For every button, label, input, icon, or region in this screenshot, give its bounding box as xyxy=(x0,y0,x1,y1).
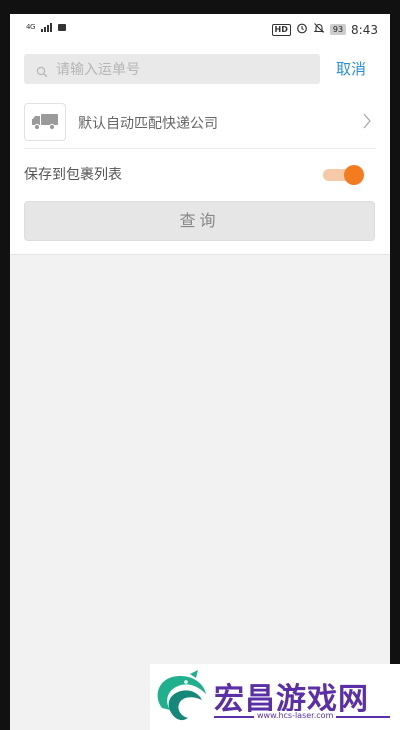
clock: 8:43 xyxy=(351,22,378,37)
save-to-list-label: 保存到包裹列表 xyxy=(24,167,122,183)
dragon-logo-icon xyxy=(150,668,210,730)
search-box[interactable] xyxy=(24,54,320,86)
status-right: HD 93 8:43 xyxy=(271,22,378,37)
watermark-url: www.hcs-laser.com xyxy=(254,711,337,720)
app-screen: 4G HD 93 8:43 取消 xyxy=(10,14,390,730)
signal-icon xyxy=(40,23,52,32)
status-left: 4G xyxy=(26,23,66,32)
search-icon xyxy=(36,63,48,82)
mute-icon xyxy=(313,22,325,37)
divider xyxy=(24,148,376,149)
truck-icon xyxy=(24,103,66,141)
battery-icon: 93 xyxy=(329,24,347,35)
query-panel: 取消 默认自动匹配快递公司 保存到包裹列表 查询 xyxy=(10,46,390,255)
courier-company-selector[interactable]: 默认自动匹配快递公司 xyxy=(24,102,374,142)
alarm-icon xyxy=(296,22,308,37)
watermark: 宏昌游戏网 www.hcs-laser.com xyxy=(150,664,400,730)
save-to-list-toggle[interactable] xyxy=(321,164,367,186)
query-button[interactable]: 查询 xyxy=(24,201,375,241)
network-type: 4G xyxy=(26,23,35,31)
status-bar: 4G HD 93 8:43 xyxy=(10,14,390,46)
toggle-knob xyxy=(344,165,364,185)
hd-icon: HD xyxy=(271,23,291,36)
tracking-number-input[interactable] xyxy=(54,54,318,86)
notification-icon xyxy=(57,24,66,31)
cancel-button[interactable]: 取消 xyxy=(336,58,366,79)
chevron-right-icon xyxy=(362,112,372,134)
courier-company-label: 默认自动匹配快递公司 xyxy=(78,116,218,132)
